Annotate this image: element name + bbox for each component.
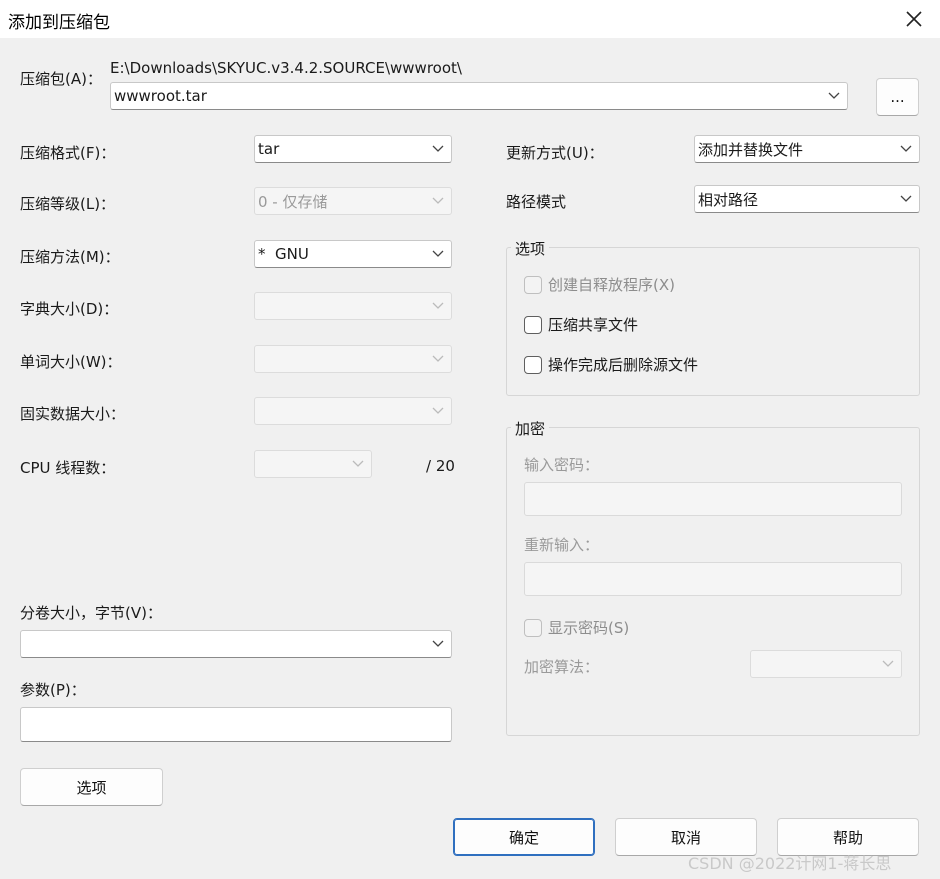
password-label: 输入密码： bbox=[524, 456, 600, 474]
format-value: tar bbox=[258, 140, 280, 158]
checkbox-box bbox=[524, 275, 542, 294]
solid-label: 固实数据大小： bbox=[20, 405, 126, 423]
options-button[interactable]: 选项 bbox=[20, 768, 163, 806]
level-label: 压缩等级(L)： bbox=[20, 195, 116, 213]
update-value: 添加并替换文件 bbox=[698, 140, 804, 159]
chevron-down-icon bbox=[425, 407, 451, 415]
archive-path: E:\Downloads\SKYUC.v3.4.2.SOURCE\wwwroot… bbox=[110, 59, 462, 77]
encryption-method-select bbox=[750, 650, 902, 678]
format-select[interactable]: tar bbox=[254, 135, 452, 163]
cpu-select bbox=[254, 450, 372, 478]
encryption-group-title: 加密 bbox=[511, 418, 550, 439]
volume-combobox[interactable] bbox=[20, 630, 452, 658]
delete-source-label: 操作完成后删除源文件 bbox=[548, 356, 699, 374]
params-input[interactable] bbox=[20, 707, 452, 742]
chevron-down-icon[interactable] bbox=[821, 92, 847, 100]
encryption-method-label: 加密算法： bbox=[524, 658, 600, 676]
checkbox-box[interactable] bbox=[524, 355, 542, 374]
browse-button[interactable]: ... bbox=[876, 78, 919, 116]
chevron-down-icon bbox=[345, 460, 371, 468]
update-label: 更新方式(U)： bbox=[506, 144, 604, 162]
reenter-input bbox=[524, 562, 902, 596]
shared-files-checkbox[interactable]: 压缩共享文件 bbox=[524, 314, 638, 335]
chevron-down-icon bbox=[425, 250, 451, 258]
params-label: 参数(P)： bbox=[20, 681, 86, 699]
close-icon bbox=[906, 11, 922, 27]
reenter-label: 重新输入： bbox=[524, 536, 600, 554]
chevron-down-icon[interactable] bbox=[425, 640, 451, 648]
pathmode-label: 路径模式 bbox=[506, 193, 567, 211]
title-bar bbox=[0, 0, 940, 38]
cpu-label: CPU 线程数： bbox=[20, 459, 116, 477]
solid-select bbox=[254, 397, 452, 425]
method-value: * GNU bbox=[258, 245, 309, 263]
chevron-down-icon bbox=[425, 302, 451, 310]
checkbox-box[interactable] bbox=[524, 315, 542, 334]
pathmode-select[interactable]: 相对路径 bbox=[694, 185, 920, 213]
chevron-down-icon bbox=[425, 145, 451, 153]
method-select[interactable]: * GNU bbox=[254, 240, 452, 268]
show-password-checkbox: 显示密码(S) bbox=[524, 617, 629, 638]
word-label: 单词大小(W)： bbox=[20, 353, 122, 371]
dict-select bbox=[254, 292, 452, 320]
chevron-down-icon bbox=[425, 197, 451, 205]
chevron-down-icon bbox=[893, 145, 919, 153]
checkbox-box bbox=[524, 618, 542, 637]
method-label: 压缩方法(M)： bbox=[20, 248, 120, 266]
word-select bbox=[254, 345, 452, 373]
delete-source-checkbox[interactable]: 操作完成后删除源文件 bbox=[524, 354, 698, 375]
password-input bbox=[524, 482, 902, 516]
options-group-title: 选项 bbox=[511, 238, 550, 259]
cpu-max: / 20 bbox=[426, 457, 455, 475]
watermark: CSDN @2022计网1-蒋长思 bbox=[688, 854, 892, 873]
window-title: 添加到压缩包 bbox=[8, 13, 110, 33]
close-button[interactable] bbox=[897, 2, 931, 36]
dict-label: 字典大小(D)： bbox=[20, 300, 119, 318]
ok-button[interactable]: 确定 bbox=[453, 818, 595, 856]
level-select: 0 - 仅存储 bbox=[254, 187, 452, 215]
sfx-checkbox: 创建自释放程序(X) bbox=[524, 274, 675, 295]
chevron-down-icon bbox=[425, 355, 451, 363]
archive-name-value: wwwroot.tar bbox=[114, 87, 207, 105]
update-select[interactable]: 添加并替换文件 bbox=[694, 135, 920, 163]
shared-files-label: 压缩共享文件 bbox=[548, 316, 639, 334]
sfx-label: 创建自释放程序(X) bbox=[548, 276, 675, 294]
archive-name-combobox[interactable]: wwwroot.tar bbox=[110, 82, 848, 110]
level-value: 0 - 仅存储 bbox=[258, 192, 328, 211]
show-password-label: 显示密码(S) bbox=[548, 619, 630, 637]
volume-label: 分卷大小，字节(V)： bbox=[20, 604, 162, 622]
pathmode-value: 相对路径 bbox=[698, 190, 759, 209]
chevron-down-icon bbox=[893, 195, 919, 203]
archive-label: 压缩包(A)： bbox=[20, 70, 102, 88]
format-label: 压缩格式(F)： bbox=[20, 144, 116, 162]
chevron-down-icon bbox=[875, 660, 901, 668]
